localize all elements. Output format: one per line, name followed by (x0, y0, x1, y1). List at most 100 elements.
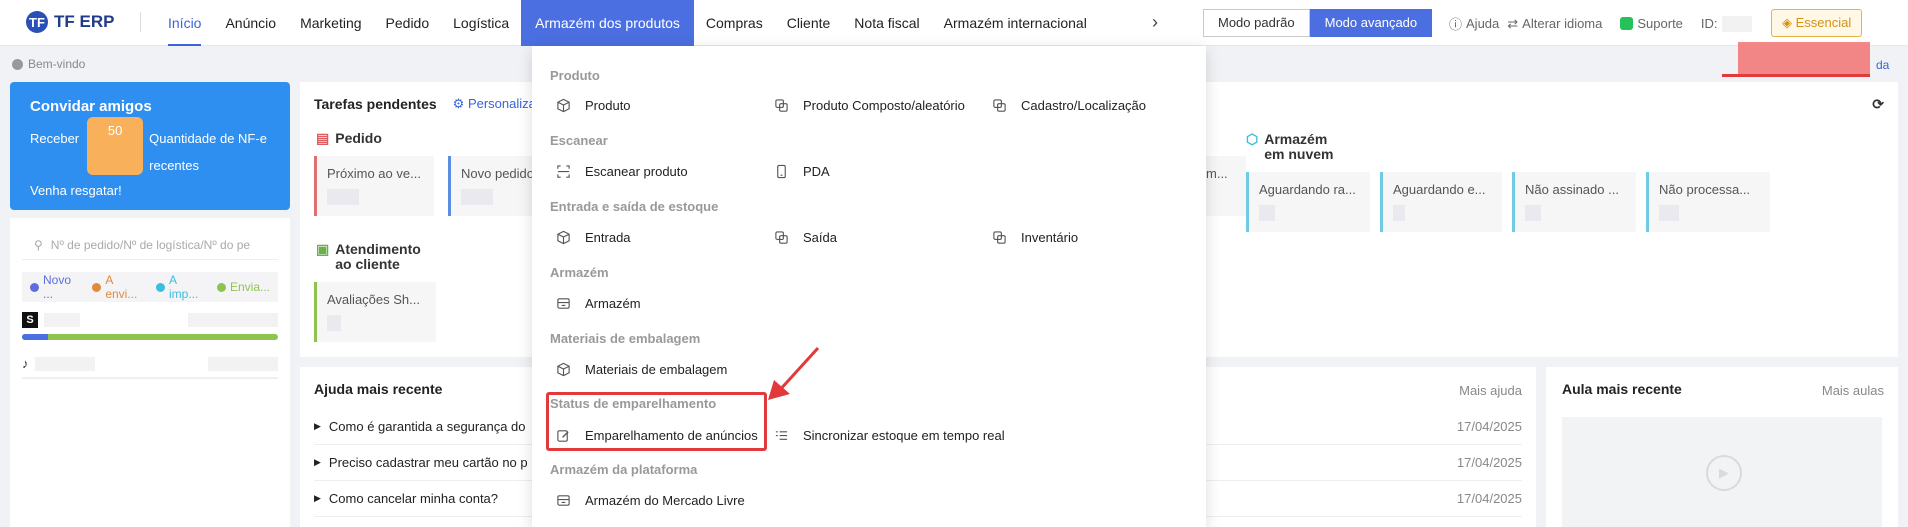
help-link[interactable]: ⓘ Ajuda (1449, 14, 1499, 33)
menu-item-saida[interactable]: Saída (774, 230, 837, 245)
menu-item-materiais-embalagem[interactable]: Materiais de embalagem (556, 362, 727, 377)
task-card-aguardando-ra[interactable]: Aguardando ra... (1246, 172, 1370, 232)
nav-item-compras[interactable]: Compras (694, 0, 775, 46)
standard-mode-button[interactable]: Modo padrão (1203, 9, 1310, 37)
menu-item-escanear-produto[interactable]: Escanear produto (556, 164, 688, 179)
menu-item-sincronizar-estoque[interactable]: Sincronizar estoque em tempo real (774, 428, 1005, 443)
task-card-label: Não processa... (1659, 182, 1751, 197)
chip-label: Novo ... (43, 273, 72, 301)
welcome-text: Bem-vindo (28, 57, 86, 71)
chip-a-enviar[interactable]: A envi... (92, 273, 148, 301)
order-search-input[interactable]: ⚲ Nº de pedido/Nº de logística/Nº do pe (22, 230, 278, 260)
shop-identity: S (22, 312, 80, 328)
gear-icon: ⚙ (452, 96, 465, 111)
support-label: Suporte (1637, 16, 1683, 31)
nav-item-anuncio[interactable]: Anúncio (213, 0, 288, 46)
copy-icon (993, 231, 1006, 244)
plan-badge[interactable]: ◈ Essencial (1771, 9, 1863, 37)
task-card-label: Novo pedido (461, 166, 532, 181)
copy-icon (775, 231, 788, 244)
nav-item-nota-fiscal[interactable]: Nota fiscal (842, 0, 931, 46)
task-card-proximo[interactable]: Próximo ao ve... (314, 156, 434, 216)
group-escanear: Escanear (550, 133, 608, 148)
headset-icon: ▣ (316, 241, 330, 257)
support-link[interactable]: Suporte (1620, 16, 1683, 31)
shop-progress-bar (22, 334, 278, 340)
menu-item-label: Produto (585, 98, 631, 113)
order-status-chips: Novo ... A envi... A imp... Envia... (22, 272, 278, 302)
cube-icon (557, 362, 570, 377)
nav-item-marketing[interactable]: Marketing (288, 0, 373, 46)
menu-item-label: Sincronizar estoque em tempo real (803, 428, 1005, 443)
task-card-label: Não assinado ... (1525, 182, 1619, 197)
menu-item-produto[interactable]: Produto (556, 98, 631, 113)
nav-more-chevron-icon[interactable]: › (1152, 12, 1158, 33)
invite-card[interactable]: Convidar amigos Receber 50 Quantidade de… (10, 82, 290, 210)
task-count-masked (461, 189, 493, 205)
more-help-link[interactable]: Mais ajuda (1459, 383, 1522, 398)
overflow-link[interactable]: da (1876, 58, 1889, 72)
refresh-icon[interactable]: ⟳ (1872, 96, 1884, 113)
task-card-label: Próximo ao ve... (327, 166, 421, 181)
help-question: Como cancelar minha conta? (328, 491, 499, 506)
copy-icon (993, 99, 1006, 112)
menu-item-produto-composto[interactable]: Produto Composto/aleatório (774, 98, 965, 113)
warehouse-icon (557, 495, 570, 506)
menu-item-pda[interactable]: PDA (774, 164, 830, 179)
logo[interactable]: TF TF ERP (26, 11, 142, 33)
nav-item-cliente[interactable]: Cliente (775, 0, 843, 46)
task-card-novo[interactable]: Novo pedido (448, 156, 532, 216)
nav-item-armazem-produtos[interactable]: Armazém dos produtos (521, 0, 694, 46)
shop-row-tiktok[interactable]: ♪ (22, 356, 278, 371)
shop-row-shein[interactable]: S (22, 312, 278, 328)
shop-name-masked (34, 356, 95, 371)
chip-enviado[interactable]: Envia... (216, 280, 271, 294)
help-date: 17/04/2025 (1456, 455, 1522, 470)
invite-title: Convidar amigos (30, 98, 152, 115)
plan-label: Essencial (1795, 15, 1852, 30)
advanced-mode-button[interactable]: Modo avançado (1309, 9, 1433, 37)
task-card-avaliacoes[interactable]: Avaliações Sh... (314, 282, 436, 342)
status-dot-icon (30, 282, 39, 292)
menu-item-armazem[interactable]: Armazém (556, 296, 641, 311)
welcome-line: Bem-vindo (12, 57, 85, 71)
chip-a-imprimir[interactable]: A imp... (156, 273, 209, 301)
task-card-aguardando-e[interactable]: Aguardando e... (1380, 172, 1502, 232)
caret-right-icon: ▶ (314, 493, 321, 503)
task-count-masked (1525, 205, 1541, 221)
language-link[interactable]: ⇄ Alterar idioma (1507, 16, 1602, 32)
nav-item-pedido[interactable]: Pedido (374, 0, 442, 46)
logo-mark: TF (26, 11, 48, 33)
section-pedido-title: Pedido (335, 130, 382, 146)
more-classes-link[interactable]: Mais aulas (1822, 383, 1884, 398)
customize-label: Personalizar (467, 96, 541, 111)
invite-cta[interactable]: Venha resgatar! (30, 183, 122, 198)
help-date: 17/04/2025 (1456, 491, 1522, 506)
menu-item-inventario[interactable]: Inventário (992, 230, 1078, 245)
recent-class-panel: Aula mais recente Mais aulas ▶ (1546, 367, 1898, 527)
chip-label: Envia... (229, 280, 271, 294)
chip-novo[interactable]: Novo ... (30, 273, 84, 301)
scan-icon (557, 165, 570, 178)
nav-item-armazem-internacional[interactable]: Armazém internacional (932, 0, 1099, 46)
play-icon[interactable]: ▶ (1706, 455, 1742, 491)
chip-label: A imp... (169, 273, 199, 301)
invite-desc: Quantidade de NF-e recentes (149, 125, 267, 179)
menu-item-cadastro-localizacao[interactable]: Cadastro/Localização (992, 98, 1146, 113)
nav-item-inicio[interactable]: Início (156, 0, 213, 46)
menu-item-label: Armazém (585, 296, 641, 311)
nav-item-logistica[interactable]: Logística (441, 0, 521, 46)
cube-icon: ⬡ (1246, 131, 1259, 147)
copy-icon (775, 99, 788, 112)
task-card-partial[interactable]: m... (1206, 156, 1246, 216)
menu-item-label: Cadastro/Localização (1021, 98, 1147, 113)
customize-link[interactable]: ⚙ Personalizar (453, 96, 541, 112)
menu-item-armazem-mercado-livre[interactable]: Armazém do Mercado Livre (556, 493, 745, 508)
video-thumbnail[interactable]: ▶ (1562, 417, 1882, 527)
task-card-nao-processado[interactable]: Não processa... (1646, 172, 1770, 232)
shop-count-masked (188, 313, 278, 327)
menu-item-entrada[interactable]: Entrada (556, 230, 631, 245)
tasks-title: Tarefas pendentes (314, 96, 437, 112)
task-card-nao-assinado[interactable]: Não assinado ... (1512, 172, 1636, 232)
task-count-masked (1659, 205, 1679, 221)
